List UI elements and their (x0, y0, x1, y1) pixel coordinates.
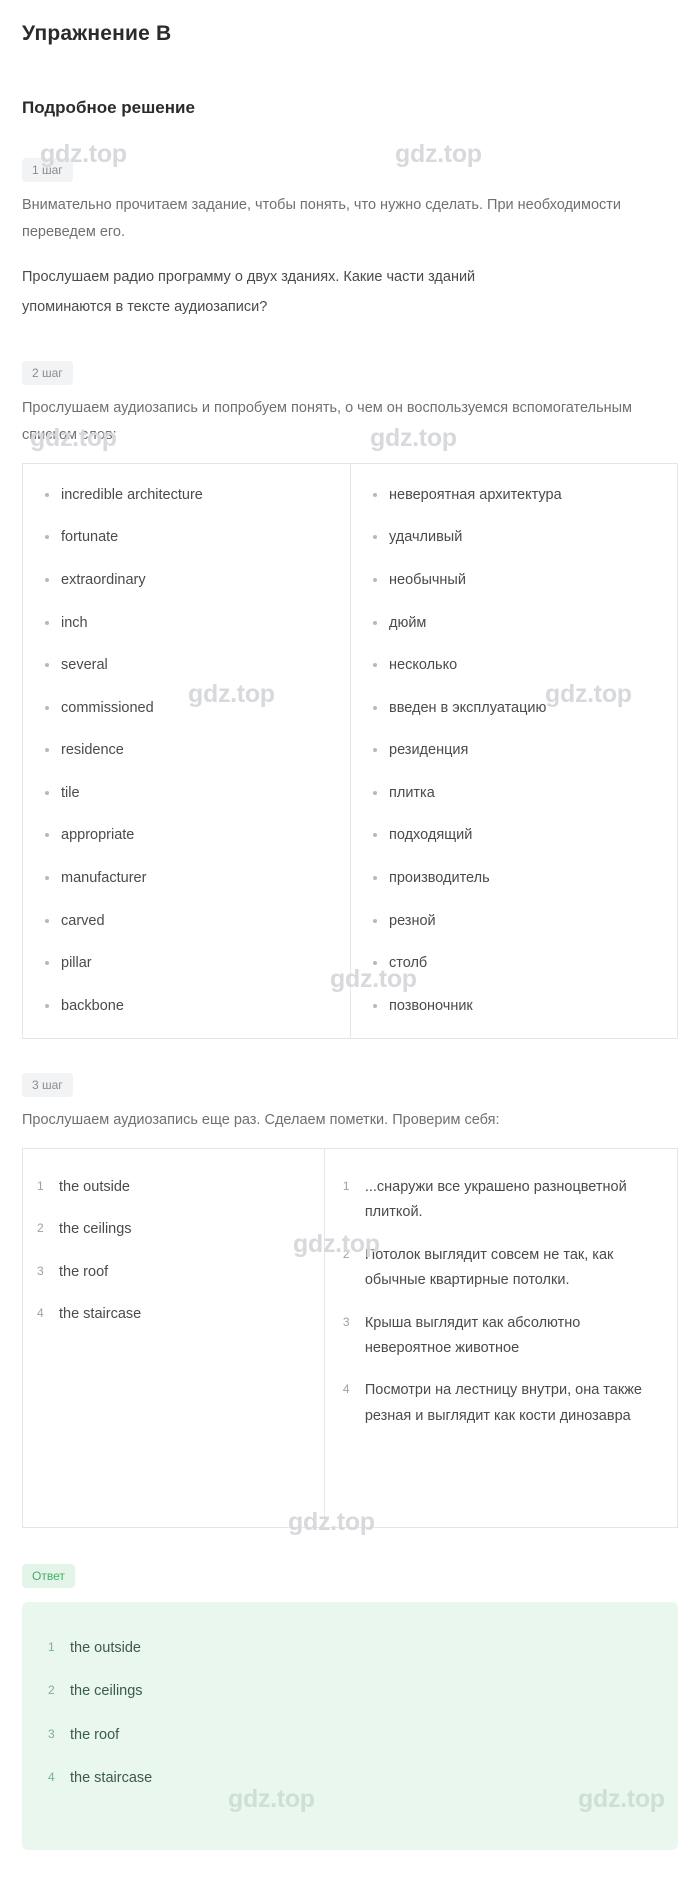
list-item: pillar (39, 954, 334, 974)
step-1-badge: 1 шаг (22, 158, 73, 182)
list-item: carved (39, 912, 334, 932)
list-item-label: the outside (59, 1179, 130, 1195)
list-item-number: 3 (37, 1263, 44, 1278)
notes-english-list: 1 the outside 2 the ceilings 3 the roof … (33, 1175, 308, 1328)
list-item: подходящий (367, 826, 661, 846)
list-item-label: the staircase (70, 1770, 153, 1787)
page-title: Упражнение B (22, 22, 172, 45)
notes-left-column: 1 the outside 2 the ceilings 3 the roof … (23, 1149, 324, 1527)
list-item-label: Посмотри на лестницу внутри, она также р… (364, 1382, 642, 1424)
list-item: резиденция (367, 741, 661, 761)
list-item-number: 3 (48, 1726, 55, 1741)
vocabulary-table: incredible architecture fortunate extrao… (22, 462, 678, 1040)
step-2-badge: 2 шаг (22, 361, 73, 386)
list-item: 2 Потолок выглядит совсем не так, как об… (339, 1243, 661, 1294)
list-item-label: ...снаружи все украшено разноцветной пли… (364, 1179, 627, 1221)
step-1-intro: Внимательно прочитаем задание, чтобы пон… (22, 197, 622, 240)
list-item: appropriate (39, 826, 334, 846)
solution-page: Упражнение B Подробное решение 1 шаг Вни… (0, 0, 700, 1850)
list-item-label: the roof (59, 1263, 109, 1280)
step-1: 1 шаг Внимательно прочитаем задание, что… (22, 158, 678, 321)
list-item-label: the ceilings (59, 1221, 132, 1238)
list-item: 2 the ceilings (33, 1217, 308, 1242)
list-item-number: 2 (48, 1683, 55, 1698)
notes-russian-list: 1 ...снаружи все украшено разноцветной п… (339, 1175, 661, 1429)
section-title: Подробное решение (22, 98, 195, 117)
list-item-number: 1 (342, 1179, 350, 1193)
list-item: удачливый (367, 528, 661, 548)
step-1-task-line-2: упоминаются в тексте аудиозаписи? (22, 299, 268, 316)
list-item: несколько (367, 656, 661, 676)
step-2: 2 шаг Прослушаем аудиозапись и попробуем… (22, 361, 678, 1040)
list-item-label: Крыша выглядит как абсолютно невероятное… (364, 1314, 581, 1356)
list-item: commissioned (39, 699, 334, 719)
list-item: 1 the outside (44, 1636, 656, 1661)
list-item: backbone (39, 997, 334, 1017)
step-2-intro: Прослушаем аудиозапись и попробуем понят… (22, 400, 633, 444)
answer-section: Ответ 1 the outside 2 the ceilings 3 the… (22, 1564, 678, 1850)
list-item: 3 the roof (44, 1723, 656, 1748)
list-item: 4 the staircase (33, 1302, 308, 1327)
list-item: incredible architecture (39, 486, 334, 506)
list-item: введен в эксплуатацию (367, 699, 661, 719)
list-item: extraordinary (39, 571, 334, 591)
list-item: inch (39, 614, 334, 634)
list-item: столб (367, 954, 661, 974)
list-item: 4 Посмотри на лестницу внутри, она также… (339, 1378, 661, 1429)
list-item-number: 4 (37, 1306, 44, 1321)
list-item-label: Потолок выглядит совсем не так, как обыч… (364, 1246, 614, 1289)
list-item-number: 4 (342, 1382, 350, 1397)
step-1-task-line-1: Прослушаем радио программу о двух здания… (22, 268, 476, 285)
list-item: residence (39, 741, 334, 761)
list-item: плитка (367, 784, 661, 804)
answer-list: 1 the outside 2 the ceilings 3 the roof … (44, 1636, 656, 1792)
list-item: fortunate (39, 528, 334, 548)
list-item-number: 3 (342, 1314, 350, 1329)
list-item: производитель (367, 869, 661, 889)
list-item-label: the staircase (59, 1306, 142, 1323)
answer-box: 1 the outside 2 the ceilings 3 the roof … (22, 1602, 678, 1850)
list-item: 1 the outside (33, 1175, 308, 1200)
list-item: невероятная архитектура (367, 486, 661, 506)
step-3-badge: 3 шаг (22, 1073, 73, 1098)
list-item: 2 the ceilings (44, 1679, 656, 1704)
list-item: позвоночник (367, 997, 661, 1017)
list-item: tile (39, 784, 334, 804)
list-item: several (39, 656, 334, 676)
list-item: manufacturer (39, 869, 334, 889)
list-item-label: the ceilings (70, 1683, 143, 1700)
list-item-number: 2 (342, 1246, 350, 1261)
list-item: 4 the staircase (44, 1766, 656, 1791)
step-3-intro: Прослушаем аудиозапись еще раз. Сделаем … (22, 1112, 500, 1129)
list-item-number: 1 (48, 1640, 55, 1654)
list-item-number: 4 (48, 1770, 55, 1785)
vocabulary-russian-column: невероятная архитектура удачливый необыч… (350, 463, 677, 1039)
list-item: 1 ...снаружи все украшено разноцветной п… (339, 1175, 661, 1226)
list-item-number: 2 (37, 1221, 44, 1236)
list-item: 3 the roof (33, 1260, 308, 1285)
list-item: 3 Крыша выглядит как абсолютно невероятн… (339, 1311, 661, 1362)
step-3: 3 шаг Прослушаем аудиозапись еще раз. Сд… (22, 1073, 678, 1528)
list-item-number: 1 (37, 1179, 44, 1193)
notes-table: 1 the outside 2 the ceilings 3 the roof … (22, 1148, 678, 1528)
list-item-label: the roof (70, 1726, 120, 1743)
list-item: резной (367, 912, 661, 932)
vocabulary-english-column: incredible architecture fortunate extrao… (23, 464, 350, 1038)
answer-badge: Ответ (22, 1564, 75, 1588)
russian-word-list: невероятная архитектура удачливый необыч… (367, 486, 661, 1016)
list-item: необычный (367, 571, 661, 591)
notes-right-column: 1 ...снаружи все украшено разноцветной п… (323, 1149, 677, 1527)
list-item-label: the outside (70, 1640, 141, 1656)
english-word-list: incredible architecture fortunate extrao… (39, 486, 334, 1016)
list-item: дюйм (367, 614, 661, 634)
